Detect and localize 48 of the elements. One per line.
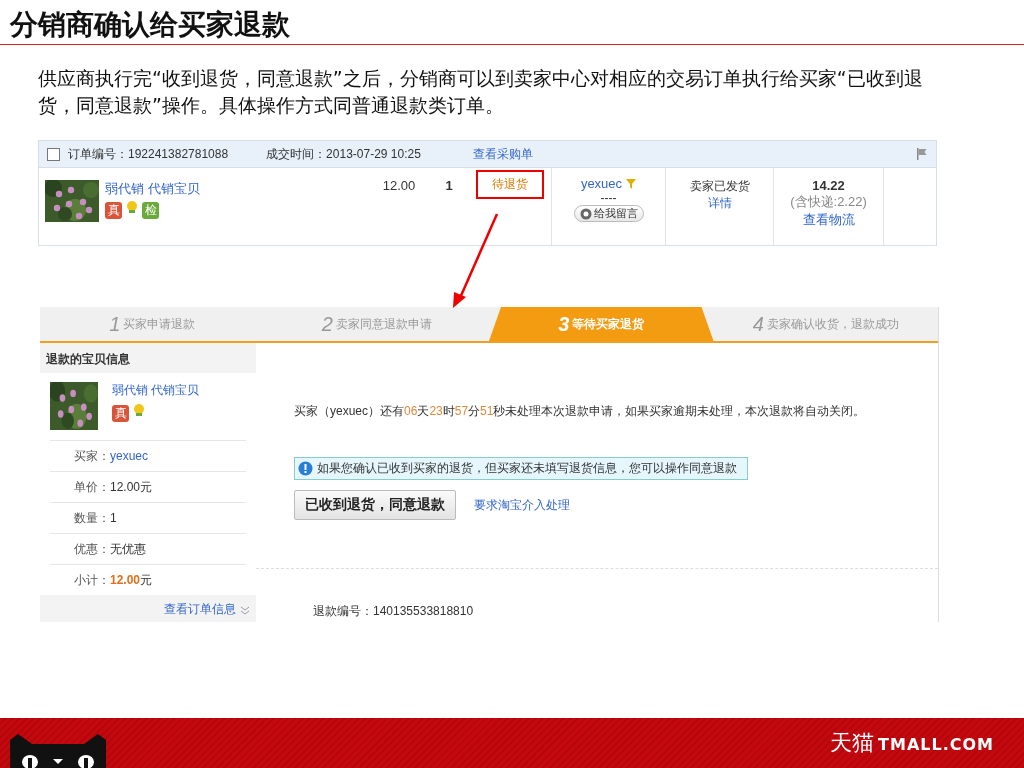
logistics-link[interactable]: 查看物流: [802, 212, 855, 227]
filter-icon: [626, 178, 637, 189]
order-total: 14.22: [811, 178, 846, 193]
refund-number: 退款编号：140135533818810: [313, 603, 475, 620]
buyer-extra: ----: [599, 191, 618, 205]
detail-link[interactable]: 详情: [707, 196, 732, 210]
badge-icon: 真: [105, 201, 122, 219]
cat-logo-icon: [8, 734, 108, 768]
product-link[interactable]: 弱代销 代销宝贝: [112, 382, 200, 399]
chevron-down-icon: [240, 604, 250, 615]
order-number: 订单编号：192241382781088: [68, 145, 229, 163]
intervene-link[interactable]: 要求淘宝介入处理: [474, 496, 570, 514]
confirm-refund-button[interactable]: 已收到退货，同意退款: [294, 490, 456, 520]
field-label: 小计：: [73, 571, 110, 589]
sidebar-heading: 退款的宝贝信息: [45, 351, 131, 368]
quantity: 1: [444, 177, 454, 195]
countdown-message: 买家（yexuec）还有06天23时57分51秒未处理本次退款申请，如果买家逾期未处理，本次退款将自动关闭。: [294, 403, 867, 420]
message-button[interactable]: 给我留言: [573, 205, 644, 222]
field-value: 无优惠: [110, 540, 146, 558]
seller-status: 卖家已发货: [688, 178, 751, 195]
badge-icon: 检: [142, 201, 159, 219]
field-label: 优惠：: [73, 540, 110, 558]
field-value: 12.00元: [110, 571, 153, 589]
flag-icon: [916, 148, 928, 160]
checkbox[interactable]: [47, 147, 60, 161]
field-label: 数量：: [73, 509, 110, 527]
order-info-link[interactable]: 查看订单信息: [164, 601, 250, 618]
field-value: 12.00元: [110, 478, 153, 496]
bulb-icon: [132, 403, 146, 417]
field-label: 单价：: [73, 478, 110, 496]
field-label: 买家：: [73, 447, 110, 465]
slide-description: 供应商执行完“收到退货，同意退款”之后，分销商可以到卖家中心对相应的交易订单执行给买家“已收到退货，同意退款”操作。具体操作方式同普通退款类订单。: [38, 66, 924, 118]
chat-icon: [579, 207, 592, 220]
refund-status: 待退货: [476, 170, 544, 199]
shipping-fee: (含快递:2.22): [789, 193, 868, 211]
deal-time: 成交时间：2013-07-29 10:25: [266, 145, 421, 163]
brand-logo: 天猫 TMALL.COM: [830, 729, 994, 757]
slide-title: 分销商确认给买家退款: [10, 7, 291, 43]
buyer-link[interactable]: yexuec: [110, 449, 149, 463]
unit-price: 12.00: [381, 177, 417, 195]
info-icon: [298, 461, 313, 476]
product-link[interactable]: 弱代销 代销宝贝: [105, 180, 200, 198]
bulb-icon: [125, 200, 139, 214]
field-value: 1: [110, 511, 117, 525]
badge-icon: 真: [112, 404, 129, 422]
purchase-order-link[interactable]: 查看采购单: [472, 145, 533, 163]
notice-text: 如果您确认已收到买家的退货，但买家还未填写退货信息，您可以操作同意退款: [317, 460, 737, 477]
buyer-link[interactable]: yexuec: [580, 176, 623, 191]
